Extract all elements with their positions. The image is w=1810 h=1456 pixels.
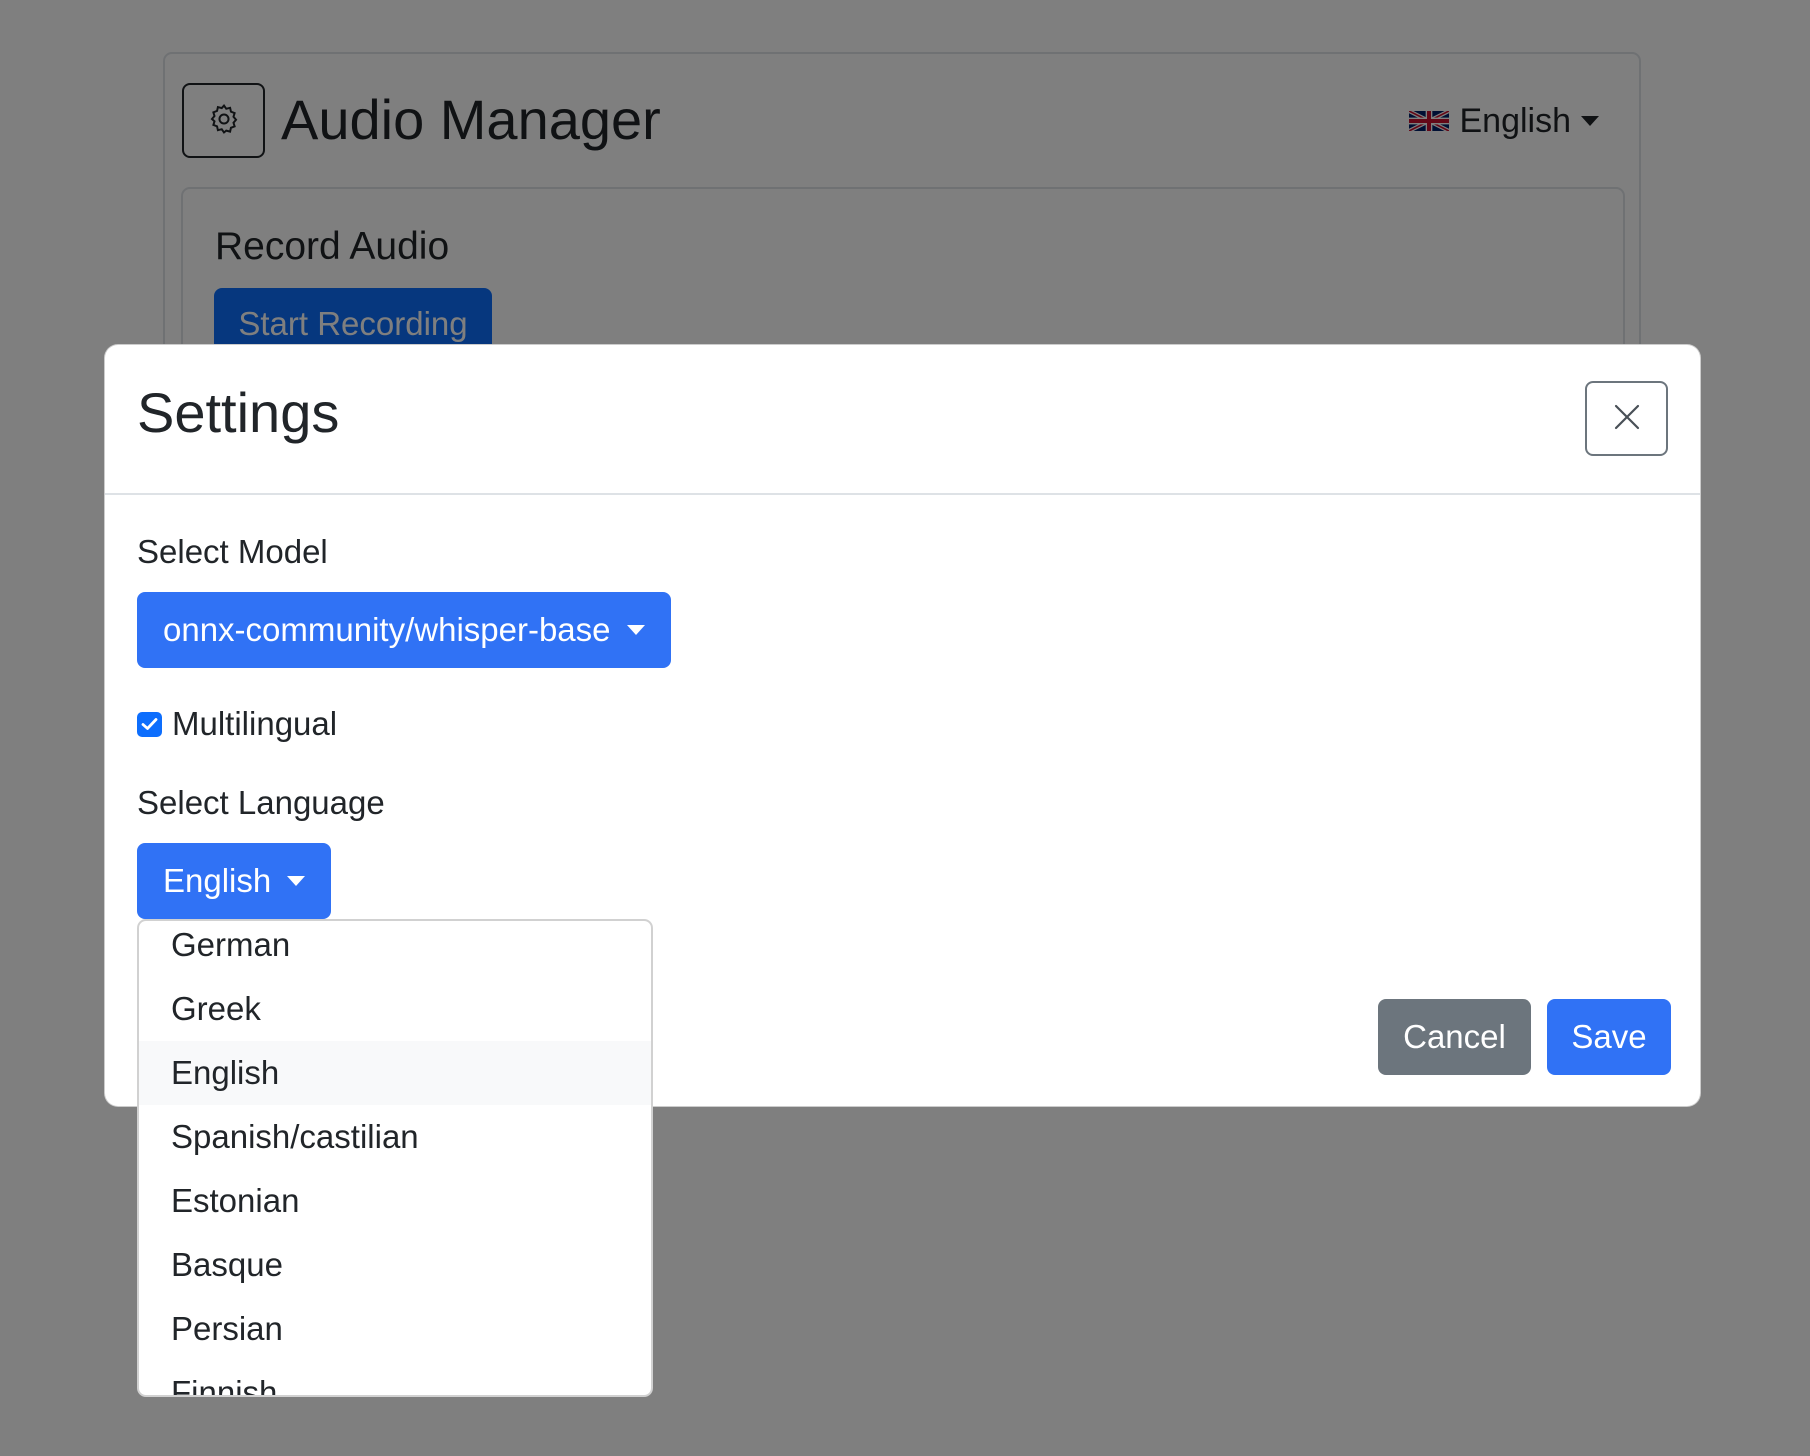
language-option-basque[interactable]: Basque — [139, 1233, 651, 1297]
save-button[interactable]: Save — [1547, 999, 1671, 1075]
language-option-estonian[interactable]: Estonian — [139, 1169, 651, 1233]
multilingual-option[interactable]: Multilingual — [137, 704, 337, 744]
language-option-spanish-castilian[interactable]: Spanish/castilian — [139, 1105, 651, 1169]
close-button[interactable] — [1585, 381, 1668, 456]
multilingual-checkbox[interactable] — [137, 711, 162, 737]
model-dropdown-value: onnx-community/whisper-base — [163, 611, 611, 648]
select-model-label: Select Model — [137, 533, 328, 570]
language-option-finnish[interactable]: Finnish — [139, 1361, 651, 1395]
model-dropdown[interactable]: onnx-community/whisper-base — [137, 592, 671, 668]
language-options-list: German Greek English Spanish/castilian E… — [139, 921, 651, 1395]
caret-down-icon — [287, 876, 306, 886]
caret-down-icon — [626, 625, 645, 635]
language-option-german[interactable]: German — [139, 921, 651, 977]
modal-title: Settings — [137, 381, 340, 444]
cancel-button[interactable]: Cancel — [1378, 999, 1531, 1075]
language-dropdown-menu[interactable]: German Greek English Spanish/castilian E… — [137, 919, 653, 1397]
language-option-persian[interactable]: Persian — [139, 1297, 651, 1361]
modal-header: Settings — [105, 345, 1700, 495]
language-dropdown[interactable]: English — [137, 843, 332, 919]
language-option-greek[interactable]: Greek — [139, 977, 651, 1041]
select-language-label: Select Language — [137, 784, 385, 821]
language-option-english[interactable]: English — [139, 1041, 651, 1105]
close-icon — [1614, 404, 1640, 433]
language-dropdown-value: English — [163, 862, 272, 899]
multilingual-label: Multilingual — [172, 705, 338, 742]
